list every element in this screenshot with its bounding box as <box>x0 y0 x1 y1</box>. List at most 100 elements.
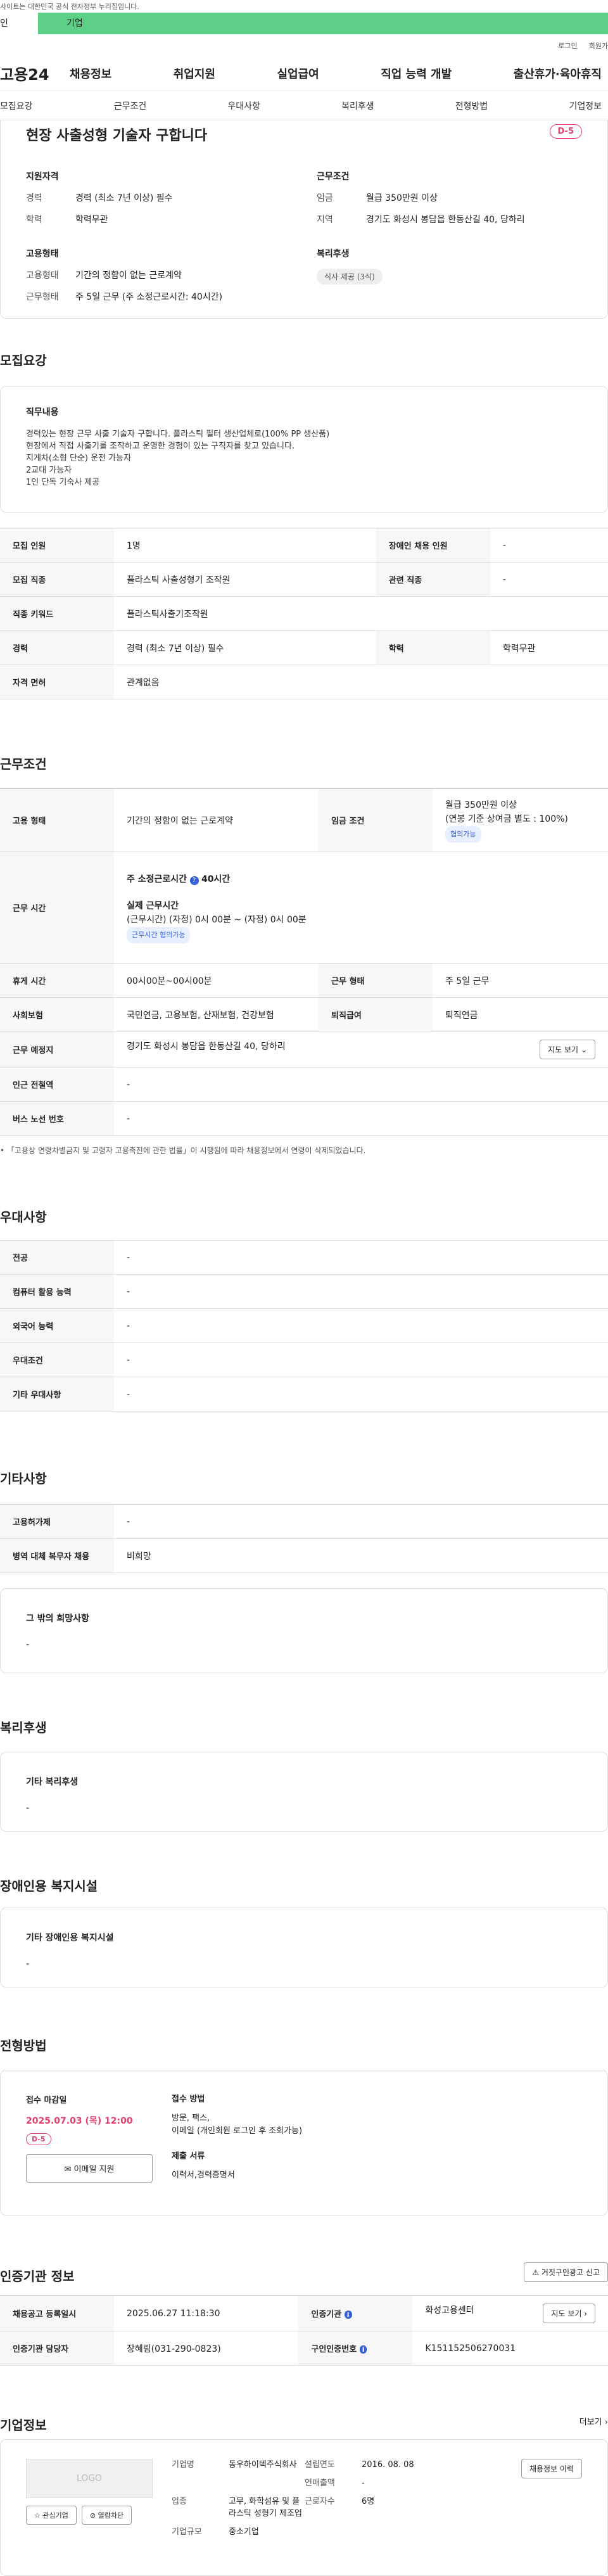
gnb-item-leave[interactable]: 출산휴가·육아휴직 <box>514 65 602 82</box>
cell-label: 채용공고 등록일시 <box>0 2295 114 2331</box>
cell-label: 장애인 채용 인원 <box>376 528 490 563</box>
cell-label: 모집 인원 <box>0 528 114 563</box>
method-value: 방문, 팩스, <box>172 2114 210 2123</box>
block-icon: ⊘ <box>89 2511 96 2520</box>
table-row: 우대조건 - <box>0 1342 608 1377</box>
est-label: 설립연도 <box>305 2460 335 2470</box>
pref-title: 우대사항 <box>0 1209 47 1225</box>
cell-label: 관련 직종 <box>376 562 490 597</box>
method-label: 접수 방법 <box>172 2095 205 2104</box>
anchor-pref[interactable]: 우대사항 <box>227 99 260 112</box>
cond-title: 근무조건 <box>0 756 47 772</box>
anchor-nav: 모집요강 근무조건 우대사항 복리후생 전형방법 기업정보 <box>0 91 608 120</box>
map-button[interactable]: 지도 보기 ⌄ <box>540 1040 595 1059</box>
etc-wish-title: 그 밖의 희망사항 <box>26 1614 89 1624</box>
cell-value: 비희망 <box>114 1538 608 1573</box>
cell-value: - <box>490 528 608 563</box>
block-label: 열람차단 <box>98 2511 124 2520</box>
table-row: 인증기관 담당자 장혜림(031-290-0823) 구인인증번호 i K151152… <box>0 2331 608 2366</box>
cert-map-button[interactable]: 지도 보기 › <box>543 2304 595 2323</box>
cell-value: K151152506270031 <box>412 2331 608 2366</box>
cell-label: 경력 <box>0 630 114 665</box>
cert-table: 채용공고 등록일시 2025.06.27 11:18:30 인증기관 i 화성고용센터… <box>0 2295 608 2366</box>
global-nav: 고용24 채용정보 취업지원 실업급여 직업 능력 개발 출산휴가·육아휴직 <box>0 56 608 91</box>
cell-label: 인근 전철역 <box>0 1067 114 1102</box>
alert-icon: ⚠ <box>532 2268 540 2277</box>
method-value-2: 이메일 (개인회원 로그인 후 조회가능) <box>172 2126 303 2136</box>
table-row: 외국어 능력 - <box>0 1308 608 1343</box>
docs-label: 제출 서류 <box>172 2152 205 2161</box>
history-button[interactable]: 채용정보 이력 <box>521 2459 582 2478</box>
anchor-cond[interactable]: 근무조건 <box>114 99 147 112</box>
email-apply-label: 이메일 지원 <box>73 2165 115 2174</box>
report-button[interactable]: ⚠ 거짓구인광고 신고 <box>524 2262 608 2282</box>
welfare-box-title: 기타 복리후생 <box>26 1777 79 1787</box>
est-value: 2016. 08. 08 <box>362 2460 414 2470</box>
info-icon[interactable]: i <box>359 2345 367 2354</box>
deadline-label: 접수 마감일 <box>26 2096 67 2105</box>
pref-table: 전공 - 컴퓨터 활용 능력 - 외국어 능력 - 우대조건 - 기타 우대사항 - <box>0 1240 608 1412</box>
email-apply-button[interactable]: ✉ 이메일 지원 <box>26 2154 153 2183</box>
gnb-item-jobs[interactable]: 채용정보 <box>70 65 111 82</box>
anchor-select[interactable]: 전형방법 <box>455 99 488 112</box>
site-logo[interactable]: 고용24 <box>0 62 70 84</box>
personal-tab[interactable]: 인 <box>0 12 38 34</box>
cert-agency-cell: 화성고용센터 지도 보기 › <box>412 2295 608 2331</box>
cell-label: 자격 면허 <box>0 665 114 699</box>
anchor-req[interactable]: 모집요강 <box>0 99 33 112</box>
company-logo: LOGO <box>26 2459 153 2498</box>
site-type-bar: 인 기업 <box>0 12 608 34</box>
table-row: 기타 우대사항 - <box>0 1377 608 1412</box>
gnb-item-training[interactable]: 직업 능력 개발 <box>381 65 452 82</box>
fav-label: 관심기업 <box>42 2511 68 2520</box>
hours-negotiable-tag: 근무시간 협의가능 <box>127 926 191 943</box>
disab-title: 장애인용 복지시설 <box>0 1878 98 1894</box>
cell-label: 고용 형태 <box>0 788 114 852</box>
company-tab[interactable]: 기업 <box>38 12 608 34</box>
info-icon[interactable]: i <box>344 2311 352 2319</box>
disab-box-title: 기타 장애인용 복지시설 <box>26 1933 114 1943</box>
select-dday-badge: D-5 <box>26 2133 51 2145</box>
job-title: 현장 사출성형 기술자 구합니다 <box>26 128 208 144</box>
info-icon[interactable]: ? <box>189 876 199 885</box>
job-summary-card: 현장 사출성형 기술자 구합니다 D-5 지원자격 경력 경력 (최소 7년 이상… <box>0 120 608 319</box>
table-row: 고용 형태 기간의 정함이 없는 근로계약 임금 조건 월급 350만원 이상 … <box>0 788 608 852</box>
dday-badge: D-5 <box>549 124 582 139</box>
fav-company-button[interactable]: ☆ 관심기업 <box>26 2506 77 2525</box>
company-name-value: 동우하이텍주식회사 <box>229 2460 297 2470</box>
cell-label: 임금 조건 <box>319 788 433 852</box>
company-more-link[interactable]: 더보기 › <box>580 2415 608 2439</box>
cell-label: 고용허가제 <box>0 1504 114 1539</box>
negotiable-tag: 협의가능 <box>445 826 481 843</box>
cell-value: 학력무관 <box>490 630 608 665</box>
anchor-welfare[interactable]: 복리후생 <box>341 99 374 112</box>
cert-agency-text: 인증기관 <box>311 2310 342 2319</box>
etc-wish-box: 그 밖의 희망사항 - <box>0 1588 608 1673</box>
join-link[interactable]: 회원가 <box>589 41 608 56</box>
gnb-item-benefit[interactable]: 실업급여 <box>277 65 319 82</box>
login-link[interactable]: 로그인 <box>558 41 577 56</box>
place-cell: 경기도 화성시 봉담읍 한동산길 40, 당하리 지도 보기 ⌄ <box>114 1031 608 1068</box>
gnb-item-support[interactable]: 취업지원 <box>174 65 215 82</box>
area-label: 지역 <box>317 215 333 225</box>
cell-value: 플라스틱 사출성형기 조작원 <box>114 562 376 597</box>
hours-week-value: 40시간 <box>201 874 231 884</box>
cell-value: 주 5일 근무 <box>433 963 608 998</box>
block-button[interactable]: ⊘ 열람차단 <box>81 2506 132 2525</box>
cell-value: - <box>114 1342 608 1377</box>
cell-value: 퇴직연금 <box>433 997 608 1032</box>
industry-value: 고무, 화학섬유 및 플라스틱 성형기 제조업 <box>229 2497 302 2518</box>
anchor-company[interactable]: 기업정보 <box>569 99 602 112</box>
job-desc-line: 현장에서 직접 사출기를 조작하고 운영한 경험이 있는 구직자를 찾고 있습니… <box>26 442 295 451</box>
table-row: 인근 전철역 - <box>0 1067 608 1102</box>
util-nav: 로그인 회원가 <box>0 34 608 56</box>
size-value: 중소기업 <box>229 2527 259 2537</box>
hours-week-label: 주 소정근로시간 <box>127 874 187 884</box>
age-notice: • 「고용상 연령차별금지 및 고령자 고용촉진에 관한 법률」이 시행됨에 따… <box>0 1146 366 1155</box>
wage-line: 월급 350만원 이상 <box>445 800 517 810</box>
hours-actual-value: (근무시간) (자정) 0시 00분 ~ (자정) 0시 00분 <box>127 914 307 925</box>
cell-label: 기타 우대사항 <box>0 1377 114 1412</box>
cell-value: - <box>114 1308 608 1343</box>
sales-value: - <box>362 2478 365 2488</box>
gnb-menu: 채용정보 취업지원 실업급여 직업 능력 개발 출산휴가·육아휴직 <box>70 65 608 82</box>
